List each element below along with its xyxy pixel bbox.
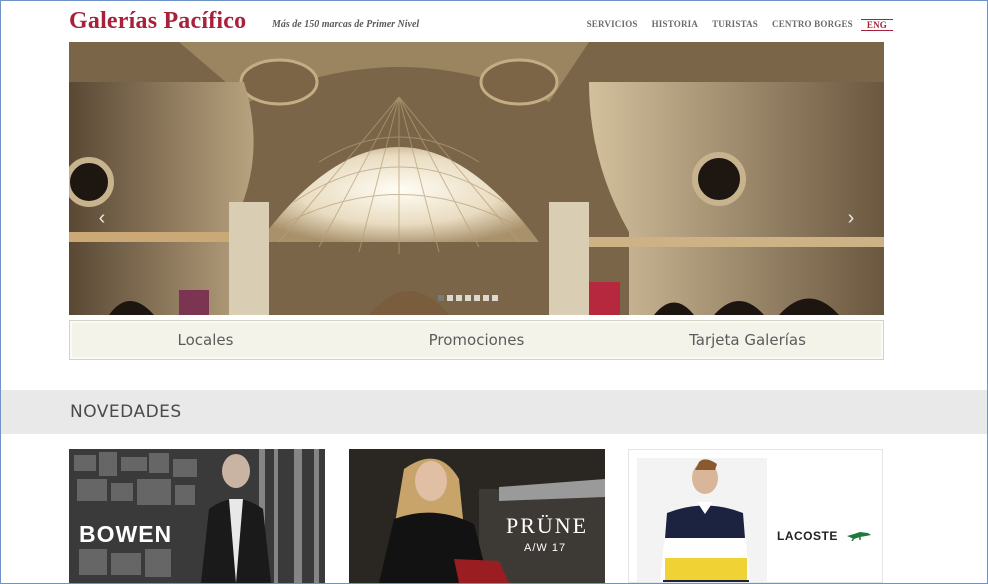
brand-name: BOWEN — [79, 521, 173, 547]
news-card-bowen[interactable]: BOWEN — [69, 449, 325, 583]
brand-name: LACOSTE — [777, 529, 838, 543]
top-nav: SERVICIOS HISTORIA TURISTAS CENTRO BORGE… — [573, 19, 893, 31]
hero-carousel[interactable]: ‹ › — [69, 42, 884, 315]
category-bar: Locales Promociones Tarjeta Galerías — [69, 320, 884, 360]
carousel-dot[interactable] — [492, 295, 498, 301]
language-switch-eng[interactable]: ENG — [860, 19, 893, 31]
bowen-photo — [69, 449, 325, 583]
carousel-dot[interactable] — [447, 295, 453, 301]
hero-image — [69, 42, 884, 315]
carousel-prev-button[interactable]: ‹ — [95, 207, 109, 229]
site-header: Galerías Pacífico Más de 150 marcas de P… — [1, 1, 987, 41]
chevron-left-icon: ‹ — [98, 207, 106, 229]
site-tagline: Más de 150 marcas de Primer Nivel — [272, 19, 420, 30]
carousel-dot[interactable] — [483, 295, 489, 301]
nav-centro-borges[interactable]: CENTRO BORGES — [772, 19, 853, 31]
carousel-dot[interactable] — [438, 295, 444, 301]
category-locales[interactable]: Locales — [70, 331, 341, 349]
site-logo[interactable]: Galerías Pacífico — [69, 8, 246, 35]
carousel-dot[interactable] — [474, 295, 480, 301]
carousel-indicators — [438, 295, 498, 301]
lacoste-photo — [637, 458, 767, 582]
section-title: NOVEDADES — [70, 402, 182, 422]
carousel-dot[interactable] — [456, 295, 462, 301]
nav-servicios[interactable]: SERVICIOS — [587, 19, 638, 31]
chevron-right-icon: › — [847, 207, 855, 229]
novedades-section-header: NOVEDADES — [1, 390, 987, 434]
season-label: A/W 17 — [524, 542, 567, 554]
category-promociones[interactable]: Promociones — [341, 331, 612, 349]
brand-name: PRÜNE — [506, 513, 589, 538]
news-card-lacoste[interactable]: LACOSTE — [628, 449, 883, 583]
carousel-dot[interactable] — [465, 295, 471, 301]
carousel-next-button[interactable]: › — [844, 207, 858, 229]
nav-historia[interactable]: HISTORIA — [652, 19, 698, 31]
category-tarjeta-galerias[interactable]: Tarjeta Galerías — [612, 331, 883, 349]
nav-turistas[interactable]: TURISTAS — [712, 19, 758, 31]
news-card-prune[interactable]: PRÜNE A/W 17 — [349, 449, 605, 583]
crocodile-icon — [847, 532, 871, 541]
browser-viewport: Galerías Pacífico Más de 150 marcas de P… — [0, 0, 988, 584]
